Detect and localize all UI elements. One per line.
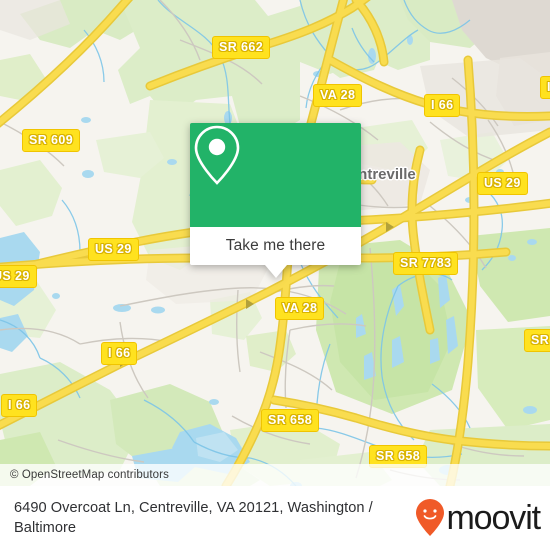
address-text: 6490 Overcoat Ln, Centreville, VA 20121,… <box>14 500 373 536</box>
map-canvas[interactable]: SR 662 VA 28 I 66 I 66 SR 609 US 29 US 2… <box>0 0 550 486</box>
road-shield-us-29-e[interactable]: US 29 <box>477 172 528 195</box>
road-shield-va-28-s[interactable]: VA 28 <box>275 297 325 320</box>
map-attribution: © OpenStreetMap contributors <box>0 464 550 486</box>
moovit-logo[interactable]: moovit <box>415 498 550 538</box>
road-shield-sr-7783[interactable]: SR 7783 <box>393 252 459 275</box>
road-shield-sr-662[interactable]: SR 662 <box>212 36 271 59</box>
moovit-map-screenshot: SR 662 VA 28 I 66 I 66 SR 609 US 29 US 2… <box>0 0 550 550</box>
road-shield-sr-658-w[interactable]: SR 658 <box>261 409 320 432</box>
footer-bar: 6490 Overcoat Ln, Centreville, VA 20121,… <box>0 486 550 550</box>
road-shield-sr-6-edge[interactable]: SR 6 <box>524 329 550 352</box>
road-shield-i-66-edge[interactable]: I 66 <box>540 76 550 99</box>
take-me-there-label: Take me there <box>225 237 326 254</box>
moovit-wordmark: moovit <box>446 499 541 537</box>
take-me-there-card[interactable]: Take me there <box>190 123 361 278</box>
road-shield-i-66[interactable]: I 66 <box>424 94 461 117</box>
road-shield-us-29-w[interactable]: US 29 <box>0 265 37 288</box>
moovit-smiley-pin-icon <box>416 499 445 536</box>
card-pin-area <box>190 123 361 227</box>
road-shield-va-28[interactable]: VA 28 <box>313 84 363 107</box>
card-pointer-tail <box>264 265 287 278</box>
card-action-row[interactable]: Take me there <box>190 227 361 278</box>
road-shield-us-29-c[interactable]: US 29 <box>88 238 139 261</box>
road-shield-i-66-w[interactable]: I 66 <box>1 394 38 417</box>
attribution-text: © OpenStreetMap contributors <box>10 469 169 481</box>
road-shield-i-66-c[interactable]: I 66 <box>101 342 138 365</box>
road-shield-sr-609[interactable]: SR 609 <box>22 129 81 152</box>
location-pin-icon <box>194 125 240 185</box>
